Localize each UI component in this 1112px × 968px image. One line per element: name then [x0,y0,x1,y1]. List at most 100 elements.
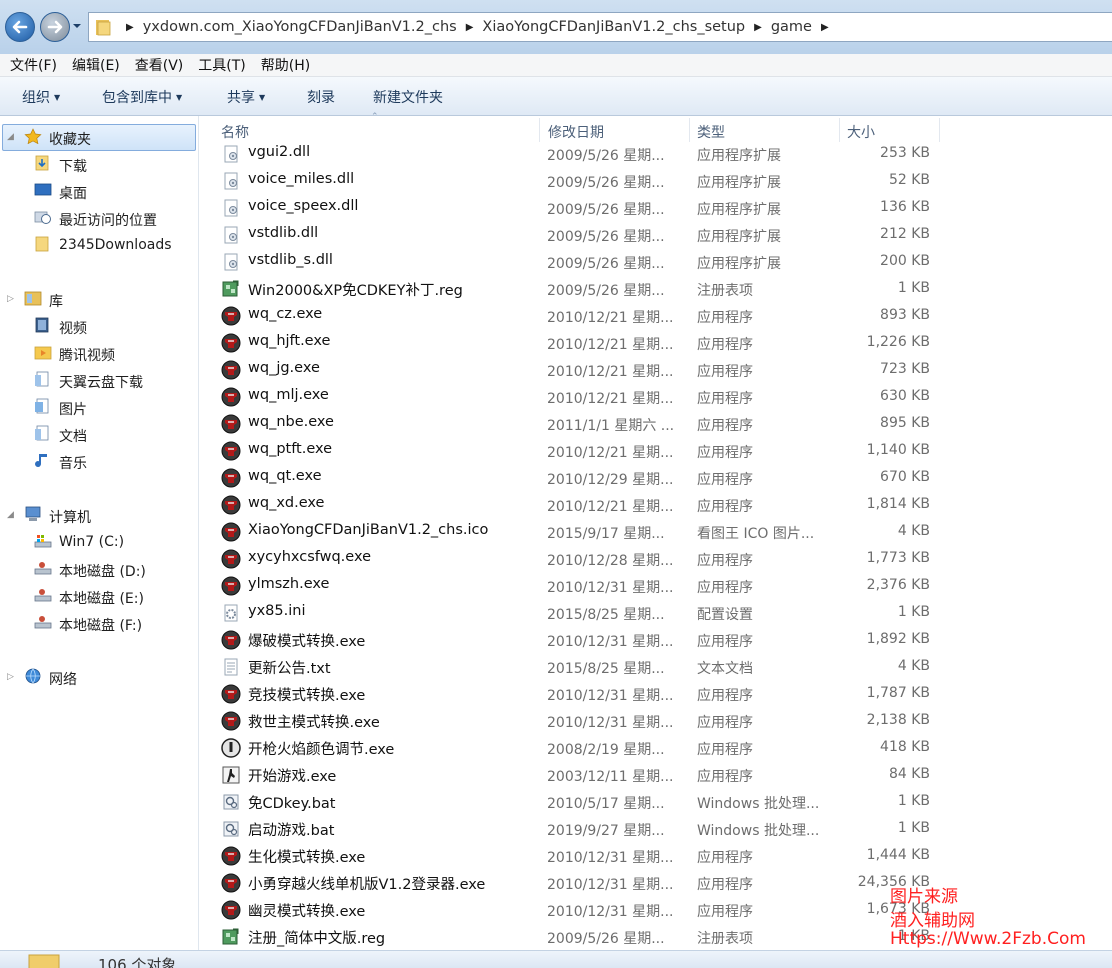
nav-recent-places[interactable]: 最近访问的位置 [59,210,157,230]
file-row[interactable]: ylmszh.exe 2010/12/31 星期... 应用程序 2,376 KB [199,572,1112,599]
file-row[interactable]: 免CDkey.bat 2010/5/17 星期... Windows 批处理... 1… [199,788,1112,815]
nav-favorites[interactable]: 收藏夹 [49,129,91,149]
file-row[interactable]: 更新公告.txt 2015/8/25 星期... 文本文档 4 KB [199,653,1112,680]
breadcrumb-item[interactable]: game [771,19,812,35]
file-size: 4 KB [897,658,930,674]
file-name: wq_cz.exe [248,306,323,322]
share-button[interactable]: 共享 ▼ [227,87,265,107]
menu-file[interactable]: 文件(F) [0,55,62,75]
nav-videos[interactable]: 视频 [59,318,87,338]
file-date: 2015/9/17 星期... [547,526,665,542]
file-row[interactable]: XiaoYongCFDanJiBanV1.2_chs.ico 2015/9/17 … [199,518,1112,545]
include-library-button[interactable]: 包含到库中 ▼ [102,87,182,107]
file-row[interactable]: vstdlib.dll 2009/5/26 星期... 应用程序扩展 212 KB [199,221,1112,248]
back-button[interactable] [5,12,35,42]
file-size: 1,787 KB [866,685,930,701]
file-row[interactable]: xycyhxcsfwq.exe 2010/12/28 星期... 应用程序 1,773… [199,545,1112,572]
menu-tools[interactable]: 工具(T) [188,55,250,75]
nav-computer[interactable]: 计算机 [49,507,91,527]
nav-tencent-video[interactable]: 腾讯视频 [59,345,115,365]
menu-help[interactable]: 帮助(H) [251,55,315,75]
file-row[interactable]: Win2000&XP免CDKEY补丁.reg 2009/5/26 星期... 注册表… [199,275,1112,302]
file-row[interactable]: 开枪火焰颜色调节.exe 2008/2/19 星期... 应用程序 418 KB [199,734,1112,761]
nav-music[interactable]: 音乐 [59,453,87,473]
exe-file-icon [221,549,241,569]
forward-button[interactable] [40,12,70,42]
breadcrumb-item[interactable]: yxdown.com_XiaoYongCFDanJiBanV1.2_chs [143,19,457,35]
file-date: 2010/12/21 星期... [547,391,674,407]
burn-button[interactable]: 刻录 [307,87,335,107]
file-row[interactable]: 爆破模式转换.exe 2010/12/31 星期... 应用程序 1,892 KB [199,626,1112,653]
nav-drive-f[interactable]: 本地磁盘 (F:) [59,615,142,635]
file-row[interactable]: wq_nbe.exe 2011/1/1 星期六 ... 应用程序 895 KB [199,410,1112,437]
nav-libraries[interactable]: 库 [49,291,63,311]
expand-arrow-icon[interactable]: ▷ [7,672,14,682]
nav-pictures[interactable]: 图片 [59,399,87,419]
file-row[interactable]: voice_miles.dll 2009/5/26 星期... 应用程序扩展 52 K… [199,167,1112,194]
file-row[interactable]: wq_cz.exe 2010/12/21 星期... 应用程序 893 KB [199,302,1112,329]
expand-arrow-icon[interactable]: ◢ [7,510,14,520]
file-row[interactable]: 开始游戏.exe 2003/12/11 星期... 应用程序 84 KB [199,761,1112,788]
file-row[interactable]: 小勇穿越火线单机版V1.2登录器.exe 2010/12/31 星期... 应用程序… [199,869,1112,896]
nav-desktop[interactable]: 桌面 [59,183,87,203]
file-name: 救世主模式转换.exe [248,715,380,731]
file-row[interactable]: 竞技模式转换.exe 2010/12/31 星期... 应用程序 1,787 KB [199,680,1112,707]
file-type: 应用程序扩展 [697,229,781,245]
watermark-line1: 图片来源 [890,887,958,907]
expand-arrow-icon[interactable]: ◢ [7,132,14,142]
breadcrumb-arrow-icon[interactable]: ▶ [466,22,474,33]
file-name: 开枪火焰颜色调节.exe [248,742,395,758]
menu-view[interactable]: 查看(V) [125,55,189,75]
file-row[interactable]: vgui2.dll 2009/5/26 星期... 应用程序扩展 253 KB [199,144,1112,167]
arrow-left-icon [12,20,28,34]
file-name: voice_speex.dll [248,198,359,214]
breadcrumb-item[interactable]: XiaoYongCFDanJiBanV1.2_chs_setup [482,19,745,35]
menu-edit[interactable]: 编辑(E) [62,55,125,75]
chevron-down-icon: ▼ [54,93,61,102]
tencent-video-folder-icon [34,346,52,360]
file-type: 应用程序 [697,472,753,488]
nav-2345downloads[interactable]: 2345Downloads [59,237,172,253]
nav-network[interactable]: 网络 [49,669,77,689]
file-row[interactable]: wq_mlj.exe 2010/12/21 星期... 应用程序 630 KB [199,383,1112,410]
file-size: 253 KB [880,145,930,161]
breadcrumb-arrow-icon[interactable]: ▶ [126,22,134,33]
breadcrumb-arrow-icon[interactable]: ▶ [821,22,829,33]
file-size: 200 KB [880,253,930,269]
file-name: vstdlib_s.dll [248,252,333,268]
nav-tianyi-cloud[interactable]: 天翼云盘下载 [59,372,143,392]
column-header-date[interactable]: 修改日期 [540,116,689,144]
column-type-label: 类型 [697,125,725,141]
file-row[interactable]: 幽灵模式转换.exe 2010/12/31 星期... 应用程序 1,673 KB [199,896,1112,923]
column-header-type[interactable]: 类型 [690,116,839,144]
nav-documents[interactable]: 文档 [59,426,87,446]
nav-drive-c[interactable]: Win7 (C:) [59,534,124,550]
file-date: 2010/12/29 星期... [547,472,674,488]
expand-arrow-icon[interactable]: ▷ [7,294,14,304]
nav-drive-e[interactable]: 本地磁盘 (E:) [59,588,144,608]
file-row[interactable]: 启动游戏.bat 2019/9/27 星期... Windows 批处理... 1 K… [199,815,1112,842]
recent-pages-dropdown-icon[interactable] [72,22,82,30]
nav-drive-d[interactable]: 本地磁盘 (D:) [59,561,146,581]
file-row[interactable]: 生化模式转换.exe 2010/12/31 星期... 应用程序 1,444 KB [199,842,1112,869]
breadcrumb-arrow-icon[interactable]: ▶ [754,22,762,33]
column-header-name[interactable]: 名称 [199,116,539,144]
file-row[interactable]: yx85.ini 2015/8/25 星期... 配置设置 1 KB [199,599,1112,626]
file-row[interactable]: wq_qt.exe 2010/12/29 星期... 应用程序 670 KB [199,464,1112,491]
file-row[interactable]: wq_jg.exe 2010/12/21 星期... 应用程序 723 KB [199,356,1112,383]
file-row[interactable]: wq_hjft.exe 2010/12/21 星期... 应用程序 1,226 KB [199,329,1112,356]
file-row[interactable]: wq_xd.exe 2010/12/21 星期... 应用程序 1,814 KB [199,491,1112,518]
new-folder-button[interactable]: 新建文件夹 [373,87,443,107]
chevron-down-icon: ▼ [176,93,183,102]
hard-drive-icon [34,616,52,629]
column-separator[interactable] [939,118,940,142]
nav-downloads[interactable]: 下载 [59,156,87,176]
file-row[interactable]: voice_speex.dll 2009/5/26 星期... 应用程序扩展 136 … [199,194,1112,221]
bat-file-icon [221,819,241,839]
organize-button[interactable]: 组织 ▼ [22,87,60,107]
file-row[interactable]: vstdlib_s.dll 2009/5/26 星期... 应用程序扩展 200 KB [199,248,1112,275]
address-box[interactable]: ▶ yxdown.com_XiaoYongCFDanJiBanV1.2_chs … [88,12,1112,42]
column-header-size[interactable]: 大小 [840,116,939,144]
file-row[interactable]: wq_ptft.exe 2010/12/21 星期... 应用程序 1,140 KB [199,437,1112,464]
file-row[interactable]: 救世主模式转换.exe 2010/12/31 星期... 应用程序 2,138 KB [199,707,1112,734]
